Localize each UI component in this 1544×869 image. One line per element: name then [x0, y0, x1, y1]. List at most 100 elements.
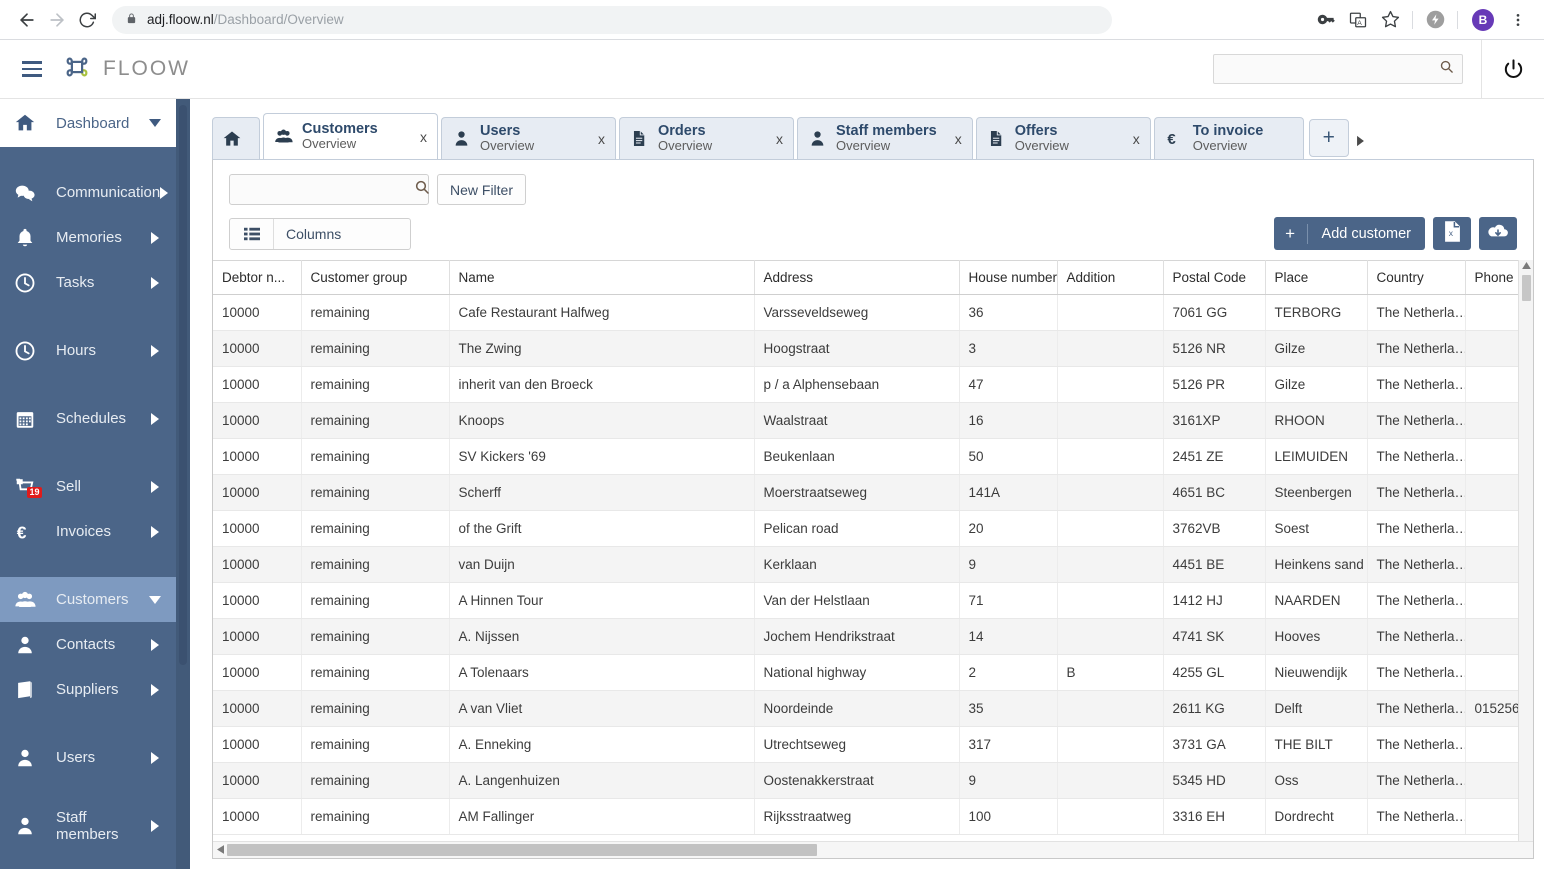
- person-icon: [14, 634, 56, 656]
- three-dot-menu-icon[interactable]: [1504, 6, 1532, 34]
- translate-icon[interactable]: A: [1344, 6, 1372, 34]
- table-row[interactable]: 10000 remaining A. Nijssen Jochem Hendrikst…: [213, 618, 1524, 655]
- sidebar-item-customers[interactable]: Customers: [0, 577, 190, 622]
- table-cell: Heinkens sand: [1265, 546, 1368, 583]
- password-key-icon[interactable]: [1312, 6, 1340, 34]
- extension-icon[interactable]: [1421, 6, 1449, 34]
- table-cell: 4741 SK: [1163, 618, 1266, 655]
- tab-close-icon[interactable]: x: [598, 131, 605, 147]
- table-row[interactable]: 10000 remaining AM Fallinger Rijksstraatweg…: [213, 798, 1524, 835]
- filter-search-box[interactable]: [229, 174, 429, 205]
- columns-dropdown[interactable]: Columns: [229, 217, 411, 250]
- filter-search-input[interactable]: [238, 182, 414, 197]
- users-group-icon: [14, 589, 56, 611]
- column-header[interactable]: Address: [754, 260, 960, 295]
- table-row[interactable]: 10000 remaining A. Enneking Utrechtseweg 317…: [213, 726, 1524, 763]
- chevron-right-icon[interactable]: [1349, 135, 1373, 147]
- table-vertical-scrollbar[interactable]: [1518, 260, 1533, 841]
- table-row[interactable]: 10000 remaining Scherff Moerstraatseweg 141A…: [213, 474, 1524, 511]
- bookmark-star-icon[interactable]: [1376, 6, 1404, 34]
- table-row[interactable]: 10000 remaining Cafe Restaurant Halfweg Var…: [213, 294, 1524, 331]
- column-header[interactable]: House number: [959, 260, 1058, 295]
- column-header[interactable]: Debtor n...: [213, 260, 302, 295]
- chevron-down-icon[interactable]: [148, 595, 162, 604]
- table-row[interactable]: 10000 remaining A van Vliet Noordeinde 35 261…: [213, 690, 1524, 727]
- search-icon[interactable]: [414, 179, 430, 200]
- tab-close-icon[interactable]: x: [955, 131, 962, 147]
- forward-arrow-icon[interactable]: [42, 5, 72, 35]
- chevron-right-icon[interactable]: [148, 480, 162, 493]
- sidebar-item-suppliers[interactable]: Suppliers: [0, 667, 190, 712]
- cloud-download-button[interactable]: [1479, 217, 1517, 250]
- sidebar-scroll-thumb[interactable]: [179, 105, 187, 665]
- chevron-right-icon[interactable]: [148, 819, 162, 832]
- tab-staff-members[interactable]: Staff members Overview x: [797, 117, 973, 159]
- sidebar-scrollbar[interactable]: [176, 99, 190, 869]
- sidebar-item-communication[interactable]: Communication: [0, 170, 190, 215]
- sidebar-item-users[interactable]: Users: [0, 735, 190, 780]
- chevron-right-icon[interactable]: [148, 638, 162, 651]
- chevron-down-icon[interactable]: [148, 119, 162, 127]
- chevron-right-icon[interactable]: [148, 751, 162, 764]
- tab-close-icon[interactable]: x: [776, 131, 783, 147]
- table-row[interactable]: 10000 remaining The Zwing Hoogstraat 3 5126 N…: [213, 330, 1524, 367]
- sidebar-item-schedules[interactable]: Schedules: [0, 396, 190, 441]
- tab-offers[interactable]: Offers Overview x: [975, 117, 1151, 159]
- chevron-right-icon[interactable]: [148, 683, 162, 696]
- avatar[interactable]: B: [1472, 8, 1494, 31]
- chevron-right-icon[interactable]: [148, 276, 162, 289]
- table-row[interactable]: 10000 remaining A. Langenhuizen Oostenakker…: [213, 762, 1524, 799]
- tab-users[interactable]: Users Overview x: [441, 117, 616, 159]
- chevron-right-icon[interactable]: [160, 186, 169, 199]
- table-row[interactable]: 10000 remaining van Duijn Kerklaan 9 4451 BE H…: [213, 546, 1524, 583]
- hamburger-menu-icon[interactable]: [10, 61, 54, 77]
- table-row[interactable]: 10000 remaining A Tolenaars National highwa…: [213, 654, 1524, 691]
- column-header[interactable]: Postal Code: [1163, 260, 1266, 295]
- column-header[interactable]: Country: [1367, 260, 1466, 295]
- sidebar-item-memories[interactable]: Memories: [0, 215, 190, 260]
- sidebar-item-staff-members[interactable]: Staff members: [0, 803, 190, 848]
- tab-customers[interactable]: Customers Overview x: [263, 113, 438, 159]
- column-header[interactable]: Customer group: [301, 260, 450, 295]
- chevron-right-icon[interactable]: [148, 525, 162, 538]
- reload-icon[interactable]: [72, 5, 102, 35]
- global-search-input[interactable]: [1222, 61, 1439, 77]
- table-row[interactable]: 10000 remaining inherit van den Broeck p / …: [213, 366, 1524, 403]
- table-row[interactable]: 10000 remaining A Hinnen Tour Van der Helst…: [213, 582, 1524, 619]
- table-hscroll-thumb[interactable]: [227, 844, 817, 856]
- tab-to-invoice[interactable]: € To invoice Overview: [1153, 117, 1304, 159]
- address-bar[interactable]: adj.floow.nl/Dashboard/Overview: [112, 5, 1112, 34]
- sidebar-item-dashboard[interactable]: Dashboard: [0, 99, 190, 147]
- search-icon[interactable]: [1439, 59, 1454, 79]
- chevron-right-icon[interactable]: [148, 231, 162, 244]
- table-row[interactable]: 10000 remaining SV Kickers '69 Beukenlaan 50…: [213, 438, 1524, 475]
- column-header[interactable]: Place: [1265, 260, 1368, 295]
- scroll-up-arrow-icon[interactable]: [1521, 260, 1531, 273]
- table-horizontal-scrollbar[interactable]: [213, 841, 1533, 858]
- global-search-box[interactable]: [1213, 54, 1463, 84]
- tab-close-icon[interactable]: x: [420, 129, 427, 145]
- table-vscroll-thumb[interactable]: [1521, 275, 1531, 301]
- scroll-left-arrow-icon[interactable]: [213, 844, 227, 856]
- tab-close-icon[interactable]: x: [1133, 131, 1140, 147]
- sidebar-item-sell[interactable]: Sell 19: [0, 464, 190, 509]
- column-header[interactable]: Phone: [1465, 260, 1524, 295]
- sidebar-item-hours[interactable]: Hours: [0, 328, 190, 373]
- power-icon[interactable]: [1482, 58, 1544, 81]
- column-header[interactable]: Name: [449, 260, 755, 295]
- sidebar-item-invoices[interactable]: € Invoices: [0, 509, 190, 554]
- excel-export-button[interactable]: x: [1433, 217, 1471, 250]
- tab-orders[interactable]: Orders Overview x: [619, 117, 794, 159]
- add-tab-button[interactable]: +: [1308, 119, 1349, 157]
- new-filter-button[interactable]: New Filter: [437, 174, 527, 205]
- sidebar-item-tasks[interactable]: Tasks: [0, 260, 190, 305]
- chevron-right-icon[interactable]: [148, 412, 162, 425]
- add-customer-button[interactable]: + Add customer: [1273, 217, 1425, 250]
- chevron-right-icon[interactable]: [148, 344, 162, 357]
- column-header[interactable]: Addition: [1057, 260, 1164, 295]
- back-arrow-icon[interactable]: [12, 5, 42, 35]
- tab-home[interactable]: [212, 117, 260, 159]
- table-row[interactable]: 10000 remaining Knoops Waalstraat 16 3161XP RH…: [213, 402, 1524, 439]
- sidebar-item-contacts[interactable]: Contacts: [0, 622, 190, 667]
- table-row[interactable]: 10000 remaining of the Grift Pelican road 20…: [213, 510, 1524, 547]
